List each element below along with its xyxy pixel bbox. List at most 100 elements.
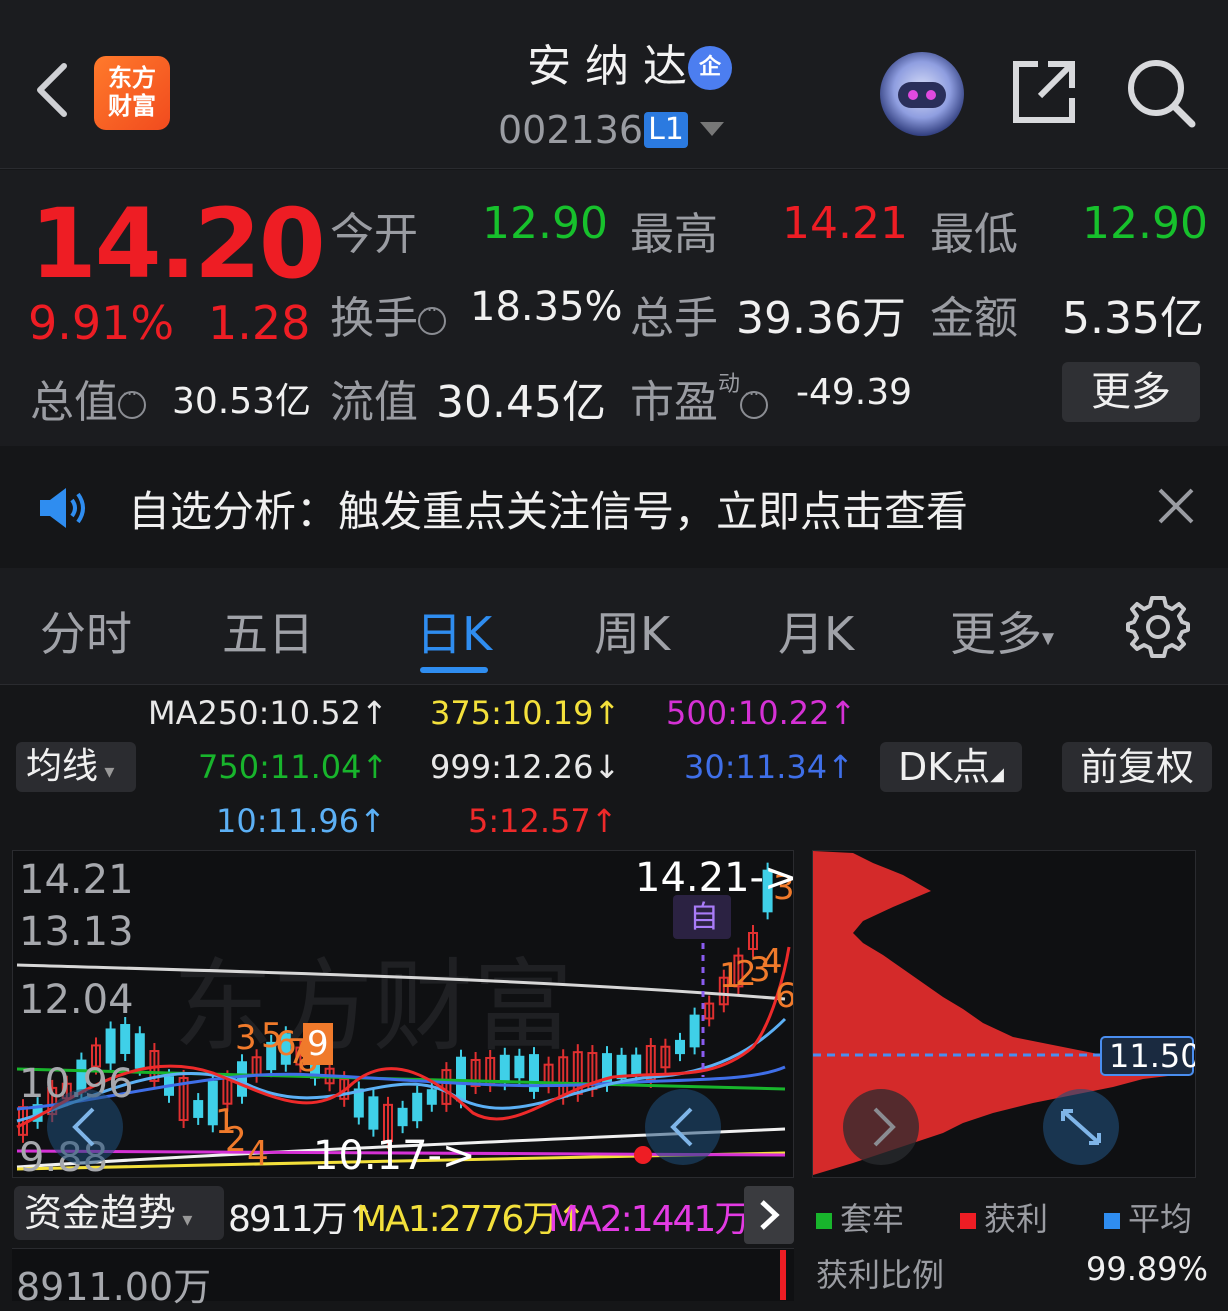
volume-value: 39.36万	[736, 293, 906, 344]
code-dropdown-icon[interactable]	[700, 122, 724, 136]
legend-swatch	[960, 1213, 976, 1229]
high-marker: 14.21->	[635, 855, 793, 901]
change-amount: 1.28	[208, 296, 311, 350]
chip-distribution[interactable]: 11.50	[812, 850, 1196, 1178]
low-marker: 10.17->	[313, 1133, 475, 1177]
dk-point-label: DK点	[897, 745, 991, 789]
candle-body	[237, 1061, 247, 1097]
candle-body	[397, 1107, 408, 1127]
indicator-value: 8911万↑	[228, 1199, 376, 1240]
more-quote-button[interactable]: 更多	[1062, 362, 1200, 422]
candle-body	[105, 1028, 116, 1064]
legend-trapped-text: 套牢	[840, 1200, 905, 1238]
mktcap-label[interactable]: 总值	[30, 366, 146, 430]
legend-swatch	[1104, 1213, 1120, 1229]
candle-body	[689, 1014, 700, 1048]
turnover-label[interactable]: 换手	[330, 282, 446, 346]
candle-body	[631, 1054, 642, 1076]
signal-6b: 6	[775, 976, 793, 1016]
ma375-label: 375:10.19↑	[430, 694, 621, 732]
legend-average-text: 平均	[1128, 1200, 1193, 1238]
tab-five-day[interactable]: 五日	[222, 598, 314, 664]
low-label: 最低	[930, 209, 1018, 260]
candle-body	[514, 1055, 525, 1079]
notice-text[interactable]: 自选分析：触发重点关注信号，立即点击查看	[128, 478, 968, 539]
chip-next-button-bg	[843, 1089, 919, 1165]
tab-weekly-k[interactable]: 周K	[594, 598, 670, 664]
pe-label[interactable]: 市盈动	[630, 366, 769, 430]
info-icon[interactable]	[418, 300, 446, 335]
profit-ratio-label: 获利比例	[816, 1256, 945, 1294]
ma999-label: 999:12.26↓	[430, 748, 621, 786]
float-label: 流值	[330, 377, 418, 428]
company-badge[interactable]: 企	[688, 46, 732, 90]
candle-body	[368, 1096, 379, 1130]
robot-assistant-avatar[interactable]	[880, 52, 964, 136]
mktcap-value: 30.53亿	[172, 381, 312, 422]
share-icon[interactable]	[1010, 58, 1078, 126]
close-icon[interactable]	[1156, 486, 1196, 526]
low-value: 12.90	[1082, 198, 1208, 249]
legend-profit-text: 获利	[984, 1200, 1049, 1238]
price-adjust-button[interactable]: 前复权	[1062, 742, 1212, 792]
dk-point-button[interactable]: DK点◢	[880, 742, 1022, 792]
indicator-ma2: MA2:1441万↑	[548, 1199, 779, 1240]
indicator-bar	[780, 1250, 786, 1300]
stock-code[interactable]: 002136	[498, 108, 643, 152]
candle-body	[426, 1089, 437, 1105]
dropdown-triangle-icon: ▾	[98, 759, 115, 783]
ma750-label: 750:11.04↑	[198, 748, 389, 786]
pe-value: -49.39	[796, 372, 913, 413]
tab-intraday[interactable]: 分时	[40, 598, 132, 664]
mktcap-label-text: 总值	[30, 377, 118, 428]
indicator-next-button[interactable]	[744, 1186, 794, 1244]
watermark: 东方财富	[173, 948, 573, 1065]
y-tick: 14.21	[19, 857, 134, 903]
legend-average: 平均	[1104, 1194, 1192, 1240]
ma500-label: 500:10.22↑	[666, 694, 857, 732]
info-icon[interactable]	[118, 384, 146, 419]
ma30-label: 30:11.34↑	[684, 748, 854, 786]
tab-daily-k[interactable]: 日K	[416, 598, 492, 664]
dropdown-triangle-icon: ▾	[176, 1207, 193, 1231]
y-tick: 13.13	[19, 909, 134, 955]
info-icon[interactable]	[740, 384, 769, 419]
indicator-level: 8911.00万	[16, 1265, 212, 1309]
corner-triangle-icon: ◢	[990, 764, 1005, 785]
float-value: 30.45亿	[436, 377, 606, 428]
tab-more[interactable]: 更多▾	[950, 598, 1054, 664]
candle-body	[675, 1039, 685, 1055]
volume-label: 总手	[630, 293, 718, 344]
signal-3: 3	[235, 1018, 257, 1058]
high-value: 14.21	[782, 198, 908, 249]
search-icon[interactable]	[1124, 56, 1198, 130]
open-value: 12.90	[482, 198, 608, 249]
amount-label: 金额	[930, 293, 1018, 344]
chevron-right-icon	[760, 1200, 780, 1230]
legend-profit: 获利	[960, 1194, 1048, 1240]
tab-monthly-k[interactable]: 月K	[778, 598, 854, 664]
high-label: 最高	[630, 209, 718, 260]
signal-2: 2	[225, 1120, 247, 1160]
ma-selector[interactable]: 均线 ▾	[16, 742, 136, 792]
ma-selector-label: 均线	[26, 746, 99, 787]
candle-body	[412, 1092, 423, 1122]
tab-more-label: 更多	[950, 607, 1042, 661]
gear-icon[interactable]	[1126, 594, 1190, 658]
turnover-label-text: 换手	[330, 293, 418, 344]
legend-swatch	[816, 1213, 832, 1229]
scroll-left-button-bg	[47, 1089, 123, 1165]
legend-trapped: 套牢	[816, 1194, 904, 1240]
speaker-icon	[40, 488, 85, 528]
kline-chart[interactable]: 东方财富 自 3 5 6 7 8 1 2 4 1 2 3 4 6	[12, 850, 794, 1178]
chip-svg: 11.50	[813, 851, 1195, 1175]
self-badge: 自	[689, 900, 719, 935]
active-tab-indicator	[420, 667, 488, 673]
candle-body	[353, 1088, 364, 1118]
candle-body	[134, 1033, 145, 1069]
signal-4: 4	[247, 1134, 269, 1174]
level-badge[interactable]: L1	[644, 112, 688, 148]
low-point-marker	[634, 1146, 652, 1164]
turnover-value: 18.35%	[470, 284, 623, 330]
indicator-selector[interactable]: 资金趋势 ▾	[14, 1186, 224, 1240]
